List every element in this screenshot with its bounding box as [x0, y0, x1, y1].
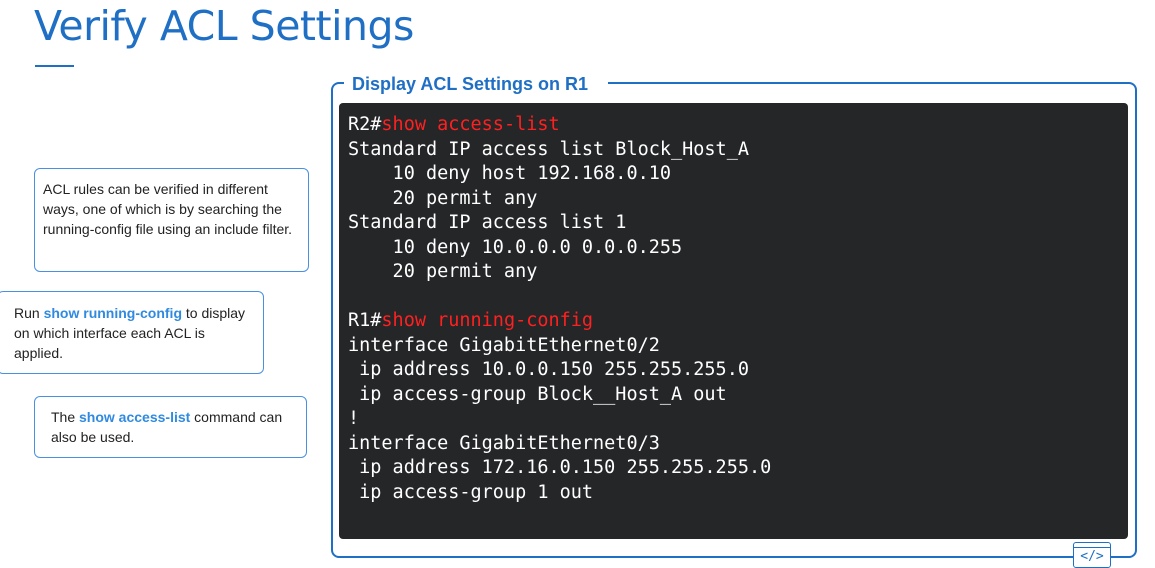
note-box-access-list: The show access-list command can also be… [34, 396, 307, 458]
terminal-output-line: ! [348, 408, 360, 429]
terminal-output-line: 20 permit any [348, 261, 538, 282]
page-title: Verify ACL Settings [34, 2, 414, 50]
terminal-command: show access-list [381, 114, 560, 135]
note-box-running-config: Run show running-config to display on wh… [0, 291, 264, 374]
terminal-output-line: interface GigabitEthernet0/2 [348, 334, 660, 356]
terminal-output: R2#show access-list Standard IP access li… [339, 103, 1128, 539]
note-highlight-command: show running-config [43, 305, 182, 321]
panel-label: Display ACL Settings on R1 [344, 71, 609, 97]
terminal-output-line: 10 deny 10.0.0.0 0.0.0.255 [348, 236, 683, 258]
terminal-output-line: Standard IP access list 1 [348, 212, 627, 233]
terminal-output-line: 20 permit any [348, 187, 538, 209]
terminal-prompt: R2# [348, 114, 382, 135]
slide: Verify ACL Settings ACL rules can be ver… [0, 0, 1155, 568]
terminal-output-line: ip address 10.0.0.150 255.255.255.0 [348, 359, 749, 380]
terminal-output-line: 10 deny host 192.168.0.10 [348, 163, 672, 184]
note-box-verify: ACL rules can be verified in different w… [34, 168, 309, 272]
note-highlight-command: show access-list [79, 409, 191, 425]
terminal-command-line: R1#show running-config [348, 309, 1128, 334]
note-text: The [51, 409, 80, 425]
code-glyph: </> [1080, 549, 1104, 564]
terminal-command-line: R2#show access-list [348, 113, 1128, 138]
code-window-icon[interactable]: </> [1073, 542, 1111, 568]
terminal-command: show running-config [381, 310, 594, 331]
terminal-output-line: ip address 172.16.0.150 255.255.255.0 [348, 457, 772, 478]
title-underline [35, 65, 74, 67]
note-text: Run [14, 305, 44, 321]
terminal-output-line: ip access-group 1 out [348, 481, 594, 503]
terminal-prompt: R1# [348, 310, 382, 331]
terminal-output-line: Standard IP access list Block_Host_A [348, 138, 749, 160]
terminal-output-line: interface GigabitEthernet0/3 [348, 432, 660, 454]
terminal-output-line: ip access-group Block__Host_A out [348, 383, 727, 405]
note-text: ACL rules can be verified in different w… [43, 181, 293, 237]
